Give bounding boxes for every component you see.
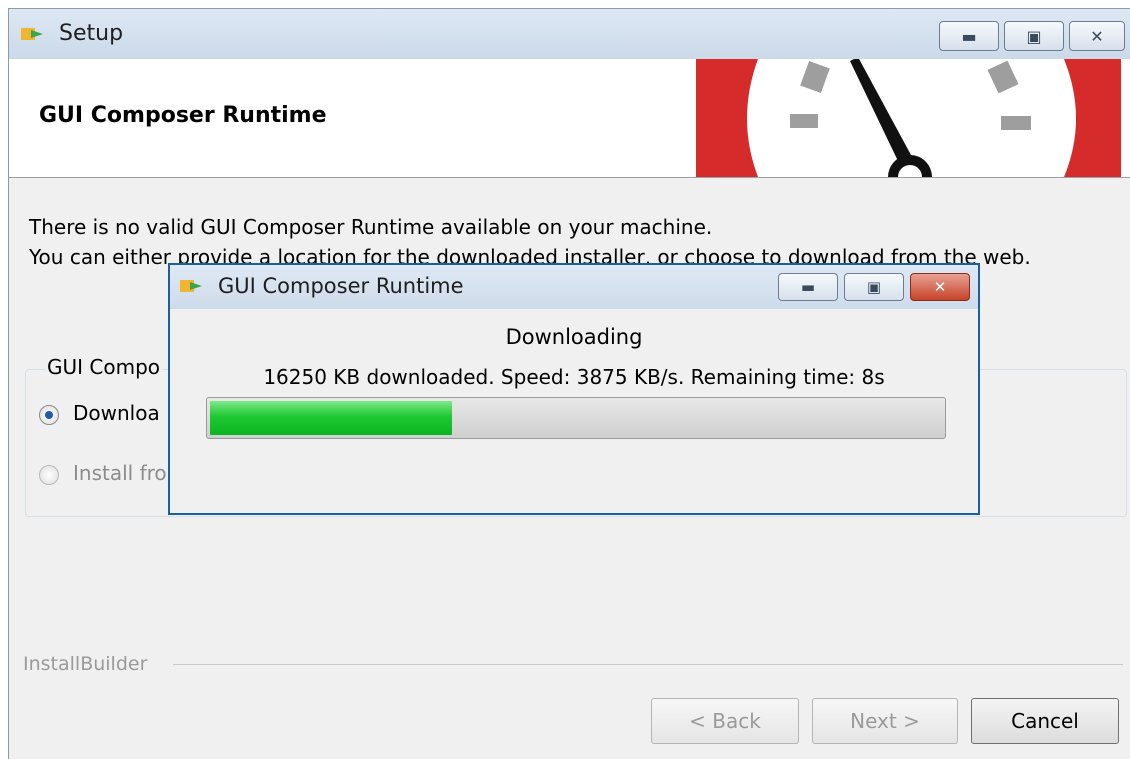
minimize-button[interactable]: ▬ bbox=[939, 21, 999, 51]
installer-app-icon bbox=[180, 280, 202, 292]
download-status-heading: Downloading bbox=[505, 325, 643, 349]
page-title: GUI Composer Runtime bbox=[39, 103, 327, 128]
download-progress-fill bbox=[210, 401, 452, 435]
close-icon: ✕ bbox=[933, 278, 947, 296]
title-bar[interactable]: Setup ▬ ▣ ✕ bbox=[9, 9, 1130, 59]
installbuilder-logo-icon bbox=[696, 59, 1121, 177]
installer-app-icon bbox=[21, 28, 43, 40]
window-title: Setup bbox=[59, 21, 124, 46]
dialog-title-bar[interactable]: GUI Composer Runtime ▬ ▣ ✕ bbox=[170, 265, 978, 309]
back-button[interactable]: < Back bbox=[651, 698, 799, 744]
minimize-icon: ▬ bbox=[800, 278, 816, 296]
install-from-radio-label[interactable]: Install fro bbox=[73, 461, 167, 485]
close-button[interactable]: ✕ bbox=[1069, 21, 1125, 51]
dialog-minimize-button[interactable]: ▬ bbox=[778, 273, 838, 301]
minimize-icon: ▬ bbox=[961, 26, 977, 46]
download-radio-label[interactable]: Downloa bbox=[73, 401, 160, 425]
installbuilder-brand: InstallBuilder bbox=[23, 653, 148, 675]
dialog-title: GUI Composer Runtime bbox=[218, 274, 464, 298]
maximize-button[interactable]: ▣ bbox=[1004, 21, 1064, 51]
maximize-icon: ▣ bbox=[1026, 26, 1042, 46]
wizard-header: GUI Composer Runtime bbox=[9, 59, 1130, 178]
close-icon: ✕ bbox=[1090, 26, 1104, 46]
download-radio[interactable] bbox=[39, 405, 59, 425]
download-progress-bar bbox=[206, 397, 946, 439]
footer-divider bbox=[173, 664, 1123, 665]
cancel-button[interactable]: Cancel bbox=[971, 698, 1119, 744]
install-from-radio[interactable] bbox=[39, 465, 59, 485]
next-button[interactable]: Next > bbox=[812, 698, 958, 744]
message-line-1: There is no valid GUI Composer Runtime a… bbox=[29, 215, 713, 239]
download-progress-dialog: GUI Composer Runtime ▬ ▣ ✕ Downloading 1… bbox=[168, 263, 980, 515]
dialog-maximize-button[interactable]: ▣ bbox=[844, 273, 904, 301]
group-label: GUI Compo bbox=[45, 355, 163, 379]
download-status-detail: 16250 KB downloaded. Speed: 3875 KB/s. R… bbox=[263, 365, 885, 389]
maximize-icon: ▣ bbox=[866, 278, 882, 296]
dialog-close-button[interactable]: ✕ bbox=[910, 273, 970, 301]
